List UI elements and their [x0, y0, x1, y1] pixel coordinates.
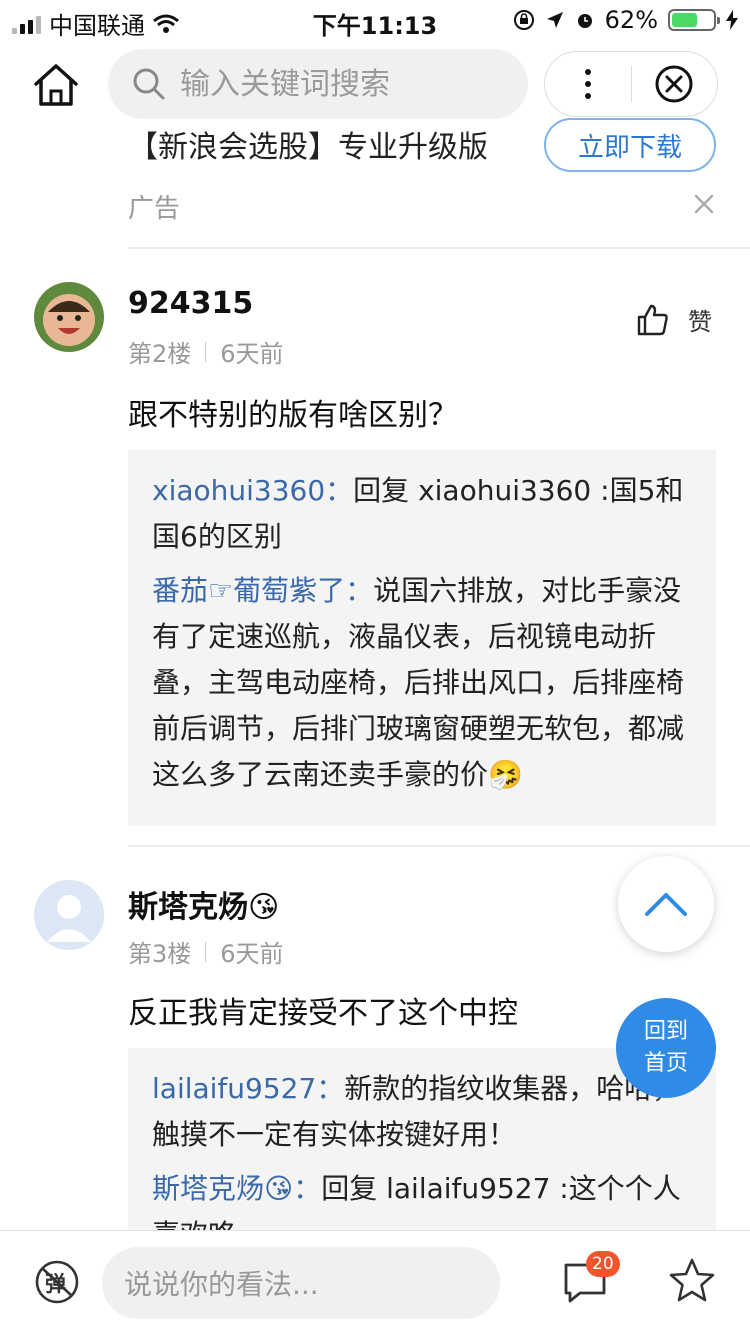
- favorite-star-icon[interactable]: [668, 1257, 716, 1305]
- location-icon: [546, 12, 563, 28]
- default-avatar-icon: [34, 880, 104, 950]
- reply-author[interactable]: xiaohui3360：: [152, 474, 353, 507]
- like-label: 赞: [688, 308, 712, 336]
- battery-percent: 62%: [604, 6, 658, 34]
- reply-item: xiaohui3360：回复 xiaohui3360 :国5和国6的区别: [152, 468, 692, 560]
- comment-floor: 第2楼: [128, 340, 192, 368]
- search-icon: [133, 68, 165, 100]
- comment-text: 反正我肯定接受不了这个中控: [128, 996, 518, 1031]
- ad-banner: 【新浪会选股】专业升级版 立即下载 广告: [0, 118, 750, 250]
- status-right: 62%: [513, 6, 738, 34]
- top-nav: [0, 40, 750, 130]
- comment-text: 跟不特别的版有啥区别？: [128, 398, 458, 433]
- chevron-up-icon: [645, 893, 687, 916]
- mini-program-capsule: [544, 51, 718, 117]
- ad-tag: 广告: [128, 194, 181, 224]
- avatar-photo: [34, 282, 104, 352]
- like-button[interactable]: 赞: [636, 302, 712, 337]
- more-dot-icon: [584, 93, 591, 99]
- thumbs-up-icon: [637, 304, 668, 335]
- search-bar[interactable]: [108, 49, 528, 119]
- meta-separator: [205, 941, 207, 962]
- reply-item: lailaifu9527：新款的指纹收集器，哈哈，触摸不一定有实体按键好用！: [152, 1066, 692, 1158]
- comment-input[interactable]: 说说你的看法...: [102, 1247, 500, 1319]
- reply-author[interactable]: lailaifu9527：: [152, 1072, 344, 1105]
- close-circle-icon: [655, 65, 693, 103]
- battery-fill: [672, 13, 697, 27]
- comment-meta: 第3楼 6天前: [128, 934, 284, 969]
- reply-item: 番茄☞葡萄紫了：说国六排放，对比手豪没有了定速巡航，液晶仪表，后视镜电动折叠，主…: [152, 568, 692, 798]
- home-fab-label-1: 回到: [643, 1019, 688, 1044]
- ad-download-button[interactable]: 立即下载: [544, 118, 716, 172]
- comment-time: 6天前: [220, 340, 284, 368]
- search-input[interactable]: [180, 66, 480, 102]
- reply-author[interactable]: 番茄☞葡萄紫了：: [152, 574, 373, 607]
- divider: [128, 845, 750, 847]
- reply-box[interactable]: xiaohui3360：回复 xiaohui3360 :国5和国6的区别 番茄☞…: [128, 450, 716, 826]
- home-icon[interactable]: [32, 62, 80, 108]
- reply-item: 斯塔克炀😘：回复 lailaifu9527 :这个个人喜欢咯: [152, 1166, 692, 1238]
- comment-time: 6天前: [220, 940, 284, 968]
- ad-close-icon[interactable]: [690, 190, 718, 218]
- back-to-home-button[interactable]: 回到 首页: [616, 998, 716, 1098]
- comment-username[interactable]: 斯塔克炀😘: [128, 882, 279, 926]
- danmu-toggle[interactable]: 弹: [34, 1259, 80, 1305]
- danmu-label: 弹: [45, 1272, 66, 1296]
- battery-icon: [668, 9, 720, 31]
- more-dot-icon: [584, 81, 591, 87]
- comment-count-badge: 20: [586, 1251, 620, 1277]
- meta-separator: [205, 341, 207, 362]
- orientation-lock-icon: [513, 10, 534, 30]
- comment-floor: 第3楼: [128, 940, 192, 968]
- more-dot-icon: [584, 69, 591, 75]
- alarm-icon: [577, 14, 592, 28]
- avatar[interactable]: [34, 282, 104, 352]
- ad-title[interactable]: 【新浪会选股】专业升级版: [128, 122, 488, 166]
- close-button[interactable]: [632, 52, 718, 116]
- charging-icon: [726, 10, 738, 30]
- more-menu-button[interactable]: [545, 52, 631, 116]
- scroll-to-top-button[interactable]: [618, 856, 714, 952]
- home-fab-label-2: 首页: [643, 1051, 688, 1076]
- reply-author[interactable]: 斯塔克炀😘：: [152, 1172, 321, 1205]
- comment-meta: 第2楼 6天前: [128, 334, 284, 369]
- divider: [128, 247, 750, 249]
- avatar[interactable]: [34, 880, 104, 950]
- status-bar: 中国联通 下午11:13 62%: [0, 0, 750, 40]
- comment-username[interactable]: 924315: [128, 286, 253, 321]
- bottom-bar: 弹 说说你的看法... 20: [0, 1230, 750, 1334]
